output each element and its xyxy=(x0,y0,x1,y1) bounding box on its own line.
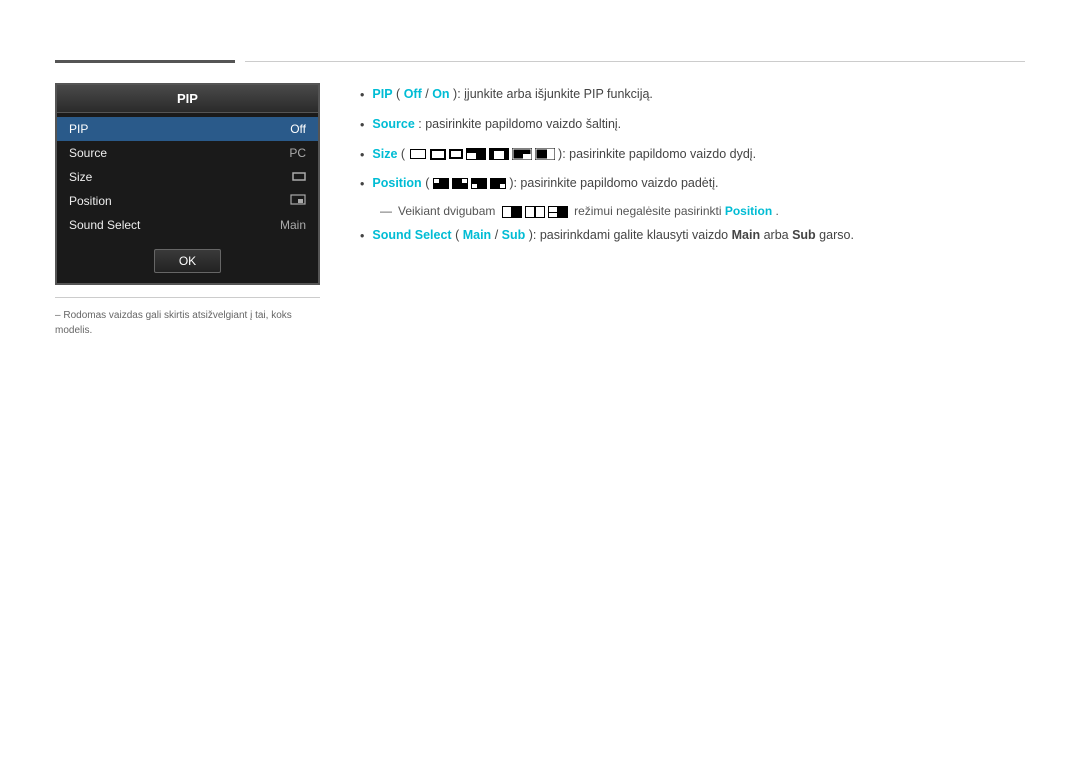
pip-desc-text: ): įjunkite arba išjunkite PIP funkciją. xyxy=(453,87,653,101)
top-rule-area xyxy=(55,60,1025,63)
list-item-sound-select: Sound Select ( Main / Sub ): pasirinkdam… xyxy=(360,226,1025,246)
size-icons-row xyxy=(409,148,555,160)
pip-menu-item-size[interactable]: Size xyxy=(57,165,318,189)
source-item-value: PC xyxy=(289,146,306,160)
sound-select-paren-open: ( xyxy=(455,228,459,242)
size-icon-3 xyxy=(449,149,463,159)
pip-title: PIP xyxy=(177,91,198,106)
pos-icon-4 xyxy=(490,178,506,189)
left-panel: PIP PIP Off Source PC Si xyxy=(55,83,320,336)
dash-note-position: Veikiant dvigubam režimui negalėsite pas… xyxy=(380,204,1025,218)
source-item-label: Source xyxy=(69,146,107,160)
dbl-icon-3 xyxy=(548,206,568,218)
bullet-list-sound: Sound Select ( Main / Sub ): pasirinkdam… xyxy=(360,226,1025,246)
size-icon-6 xyxy=(512,148,532,160)
list-item-pip: PIP ( Off / On ): įjunkite arba išjunkit… xyxy=(360,85,1025,105)
sound-select-text3: garso. xyxy=(819,228,854,242)
sound-select-item-value: Main xyxy=(280,218,306,232)
pip-desc: PIP ( Off / On ): įjunkite arba išjunkit… xyxy=(372,85,653,104)
pip-menu: PIP Off Source PC Size xyxy=(57,113,318,241)
position-icons-row xyxy=(433,178,506,189)
position-item-label: Position xyxy=(69,194,112,208)
sound-select-sub: Sub xyxy=(502,228,526,242)
pos-icon-2 xyxy=(452,178,468,189)
ok-button[interactable]: OK xyxy=(154,249,221,273)
pip-menu-item-position[interactable]: Position xyxy=(57,189,318,213)
footnote-text: – Rodomas vaizdas gali skirtis atsižvelg… xyxy=(55,310,292,336)
size-icon-2 xyxy=(430,149,446,160)
size-desc-text: ): pasirinkite papildomo vaizdo dydį. xyxy=(558,147,756,161)
source-desc: Source : pasirinkite papildomo vaizdo ša… xyxy=(372,115,621,134)
footnote-content: Rodomas vaizdas gali skirtis atsižvelgia… xyxy=(55,310,292,336)
pos-icon-1 xyxy=(433,178,449,189)
list-item-position: Position ( ): pasirinkite papildomo vaiz… xyxy=(360,174,1025,194)
double-mode-icons xyxy=(502,206,568,218)
sound-select-main-bold: Main xyxy=(732,228,760,242)
right-content: PIP ( Off / On ): įjunkite arba išjunkit… xyxy=(360,83,1025,256)
size-desc: Size ( ): pasirinkite papildomo xyxy=(372,145,756,164)
size-item-label: Size xyxy=(69,170,92,184)
size-paren-open: ( xyxy=(401,147,405,161)
position-icon xyxy=(290,194,306,205)
sound-select-label: Sound Select xyxy=(372,228,451,242)
position-desc: Position ( ): pasirinkite papildomo vaiz… xyxy=(372,174,718,193)
pip-label: PIP xyxy=(372,87,392,101)
pip-menu-item-sound-select[interactable]: Sound Select Main xyxy=(57,213,318,237)
sound-select-text1: ): pasirinkdami galite klausyti vaizdo xyxy=(529,228,732,242)
size-icon xyxy=(292,171,306,181)
dash-note-text3: . xyxy=(776,204,779,218)
pip-title-bar: PIP xyxy=(57,85,318,113)
pip-on: On xyxy=(432,87,449,101)
pos-icon-3 xyxy=(471,178,487,189)
pip-paren-open: ( xyxy=(396,87,400,101)
dash-note-position-label: Position xyxy=(725,204,772,218)
position-item-value xyxy=(290,194,306,208)
dash-note-content: Veikiant dvigubam režimui negalėsite pas… xyxy=(398,204,779,218)
list-item-size: Size ( ): pasirinkite papildomo xyxy=(360,145,1025,165)
pip-menu-item-pip[interactable]: PIP Off xyxy=(57,117,318,141)
pip-item-value: Off xyxy=(290,122,306,136)
bullet-list: PIP ( Off / On ): įjunkite arba išjunkit… xyxy=(360,85,1025,194)
source-desc-text: : pasirinkite papildomo vaizdo šaltinį. xyxy=(418,117,621,131)
pip-box: PIP PIP Off Source PC Si xyxy=(55,83,320,285)
dbl-icon-1 xyxy=(502,206,522,218)
list-item-source: Source : pasirinkite papildomo vaizdo ša… xyxy=(360,115,1025,135)
size-label: Size xyxy=(372,147,397,161)
position-paren-open: ( xyxy=(425,176,429,190)
dbl-icon-2 xyxy=(525,206,545,218)
position-desc-text: ): pasirinkite papildomo vaizdo padėtį. xyxy=(509,176,718,190)
pip-off: Off xyxy=(404,87,422,101)
dash-note-text1: Veikiant dvigubam xyxy=(398,204,495,218)
sound-select-sub-bold: Sub xyxy=(792,228,816,242)
ok-button-row: OK xyxy=(57,241,318,283)
size-icon-5 xyxy=(489,148,509,160)
top-rule-right xyxy=(245,61,1025,62)
sound-select-desc: Sound Select ( Main / Sub ): pasirinkdam… xyxy=(372,226,854,245)
position-label: Position xyxy=(372,176,421,190)
main-layout: PIP PIP Off Source PC Si xyxy=(55,83,1025,336)
pip-menu-item-source[interactable]: Source PC xyxy=(57,141,318,165)
size-icon-4 xyxy=(466,148,486,160)
source-label: Source xyxy=(372,117,414,131)
dash-note-text2: režimui negalėsite pasirinkti xyxy=(574,204,725,218)
top-rule-left xyxy=(55,60,235,63)
footnote-area: – Rodomas vaizdas gali skirtis atsižvelg… xyxy=(55,297,320,336)
size-icon-7 xyxy=(535,148,555,160)
sound-select-main: Main xyxy=(463,228,491,242)
pip-item-label: PIP xyxy=(69,122,88,136)
sound-select-slash: / xyxy=(495,228,502,242)
sound-select-text2: arba xyxy=(764,228,793,242)
size-icon-1 xyxy=(409,148,427,160)
page-container: PIP PIP Off Source PC Si xyxy=(0,0,1080,376)
sound-select-item-label: Sound Select xyxy=(69,218,140,232)
size-item-value xyxy=(292,170,306,184)
